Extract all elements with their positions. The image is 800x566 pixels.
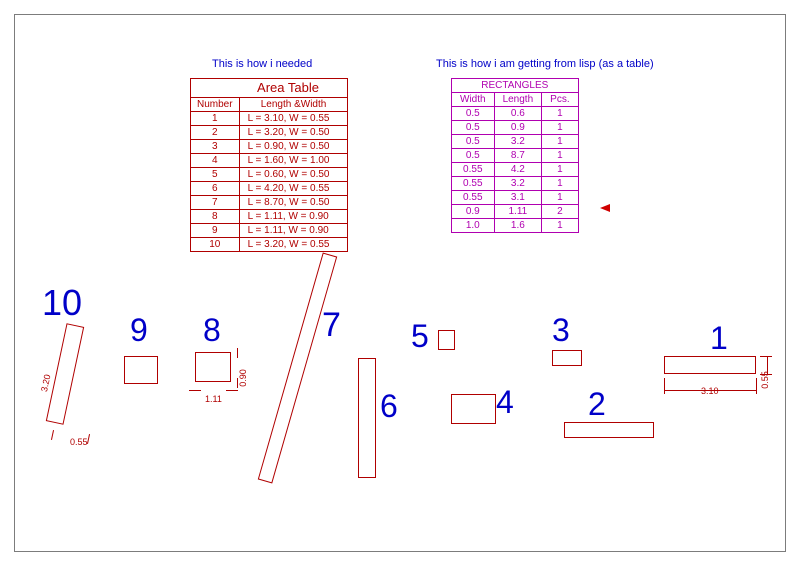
rect-4	[451, 394, 496, 424]
table-row: 0.50.61	[452, 107, 579, 121]
rect-1	[664, 356, 756, 374]
rect-5	[438, 330, 455, 350]
dim-1-length: 3.10	[701, 386, 719, 396]
table-row: 4L = 1.60, W = 1.00	[191, 154, 348, 168]
table-row: 10L = 3.20, W = 0.55	[191, 238, 348, 252]
table-row: 8L = 1.11, W = 0.90	[191, 210, 348, 224]
table-row: 5L = 0.60, W = 0.50	[191, 168, 348, 182]
table-row: 3L = 0.90, W = 0.50	[191, 140, 348, 154]
sheet-border	[14, 14, 786, 552]
table-row: 0.50.91	[452, 121, 579, 135]
shape-label-6: 6	[380, 388, 398, 425]
table-row: 0.553.21	[452, 177, 579, 191]
rect-th-width: Width	[452, 93, 495, 107]
drawing-sheet: This is how i needed This is how i am ge…	[0, 0, 800, 566]
dim-10-width: 0.55	[70, 437, 88, 447]
table-row: 1L = 3.10, W = 0.55	[191, 112, 348, 126]
table-row: 0.58.71	[452, 149, 579, 163]
rectangles-table: RECTANGLES Width Length Pcs. 0.50.61 0.5…	[451, 78, 579, 233]
dim-8-width: 0.90	[238, 369, 248, 387]
rect-table-title: RECTANGLES	[452, 79, 579, 93]
shape-label-4: 4	[496, 384, 514, 421]
table-row: 0.554.21	[452, 163, 579, 177]
table-row: 0.553.11	[452, 191, 579, 205]
caption-needed: This is how i needed	[212, 58, 312, 70]
shape-label-3: 3	[552, 312, 570, 349]
table-row: 7L = 8.70, W = 0.50	[191, 196, 348, 210]
area-th-lw: Length &Width	[239, 98, 348, 112]
shape-label-7: 7	[322, 306, 341, 345]
dim-8-length: 1.11	[205, 394, 222, 404]
shape-label-1: 1	[710, 320, 728, 357]
rect-3	[552, 350, 582, 366]
rect-th-pcs: Pcs.	[542, 93, 578, 107]
shape-label-5: 5	[411, 318, 429, 355]
table-row: 1.01.61	[452, 219, 579, 233]
arrow-left-icon	[600, 204, 610, 212]
table-row: 0.91.112	[452, 205, 579, 219]
shape-label-9: 9	[130, 312, 148, 349]
shape-label-2: 2	[588, 386, 606, 423]
caption-getting: This is how i am getting from lisp (as a…	[436, 58, 654, 70]
table-row: 0.53.21	[452, 135, 579, 149]
rect-6	[358, 358, 376, 478]
rect-9	[124, 356, 158, 384]
rect-th-length: Length	[494, 93, 542, 107]
rect-8	[195, 352, 231, 382]
rect-2	[564, 422, 654, 438]
shape-label-8: 8	[203, 312, 221, 349]
table-row: 2L = 3.20, W = 0.50	[191, 126, 348, 140]
shape-label-10: 10	[42, 282, 82, 324]
table-row: 6L = 4.20, W = 0.55	[191, 182, 348, 196]
area-th-number: Number	[191, 98, 240, 112]
table-row: 9L = 1.11, W = 0.90	[191, 224, 348, 238]
area-table: Number Length &Width 1L = 3.10, W = 0.55…	[190, 78, 348, 252]
